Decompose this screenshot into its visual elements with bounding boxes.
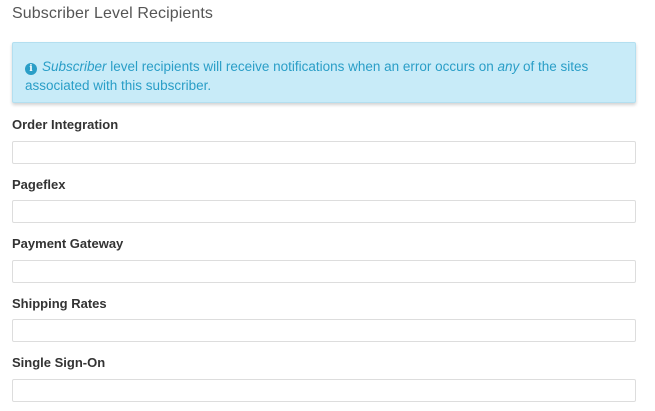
single-sign-on-label: Single Sign-On — [12, 355, 106, 370]
info-alert: i Subscriber level recipients will receiv… — [12, 42, 636, 103]
info-text-subscriber: Subscriber — [42, 59, 107, 74]
info-text-any: any — [497, 59, 520, 74]
order-integration-label: Order Integration — [12, 117, 119, 132]
shipping-rates-label: Shipping Rates — [12, 296, 107, 311]
payment-gateway-field[interactable] — [12, 260, 636, 283]
section-title: Subscriber Level Recipients — [12, 5, 214, 22]
shipping-rates-field[interactable] — [12, 319, 636, 342]
payment-gateway-label: Payment Gateway — [12, 236, 124, 251]
info-icon: i — [25, 63, 37, 75]
order-integration-field[interactable] — [12, 141, 636, 164]
info-text-middle: level recipients will receive notificati… — [106, 59, 498, 74]
pageflex-label: Pageflex — [12, 177, 66, 192]
pageflex-field[interactable] — [12, 200, 636, 223]
single-sign-on-field[interactable] — [12, 379, 636, 402]
